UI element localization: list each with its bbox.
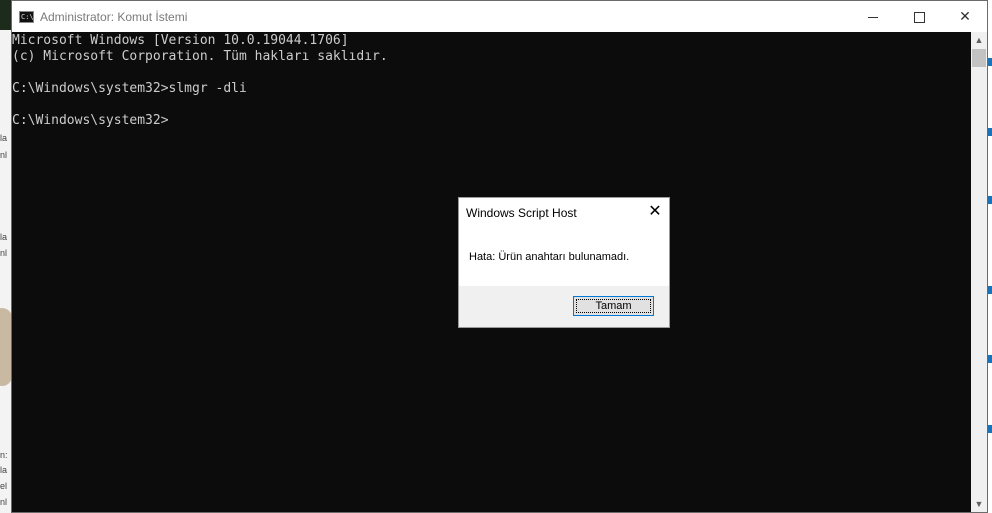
background-text-fragment: la: [0, 465, 8, 475]
scroll-down-icon[interactable]: ▼: [971, 496, 987, 512]
maximize-button[interactable]: [896, 1, 942, 32]
background-text-fragment: n:: [0, 450, 8, 460]
console-line: Microsoft Windows [Version 10.0.19044.17…: [12, 33, 349, 48]
script-host-dialog: Windows Script Host ✕ Hata: Ürün anahtar…: [458, 197, 670, 328]
window-title: Administrator: Komut İstemi: [40, 10, 188, 24]
background-text-fragment: la: [0, 232, 8, 242]
background-link-fragment: [988, 425, 992, 433]
close-button[interactable]: ✕: [942, 1, 988, 32]
cmd-icon: C:\.: [19, 11, 38, 23]
console-line: (c) Microsoft Corporation. Tüm hakları s…: [12, 49, 388, 64]
close-icon: ✕: [959, 8, 971, 24]
close-icon: ✕: [648, 203, 662, 220]
dialog-footer: Tamam: [459, 286, 669, 327]
background-text-fragment: nl: [0, 248, 8, 258]
background-text-fragment: el: [0, 481, 8, 491]
background-link-fragment: [988, 196, 992, 204]
background-page-right: [988, 0, 992, 513]
background-link-fragment: [988, 355, 992, 363]
console-line: C:\Windows\system32>slmgr -dli: [12, 81, 247, 96]
title-bar[interactable]: C:\. Administrator: Komut İstemi ✕: [12, 1, 987, 32]
minimize-icon: [868, 16, 878, 18]
background-link-fragment: [988, 128, 992, 136]
console-prompt[interactable]: C:\Windows\system32>: [12, 113, 169, 129]
scroll-thumb[interactable]: [972, 49, 986, 67]
background-text-fragment: la: [0, 133, 8, 143]
dialog-close-button[interactable]: ✕: [645, 202, 665, 222]
maximize-icon: [913, 11, 925, 23]
minimize-button[interactable]: [850, 1, 896, 32]
background-text-fragment: nl: [0, 150, 8, 160]
ok-button[interactable]: Tamam: [573, 296, 654, 316]
dialog-title: Windows Script Host: [466, 206, 577, 220]
background-link-fragment: [988, 286, 992, 294]
vertical-scrollbar[interactable]: ▲ ▼: [971, 32, 987, 512]
scroll-up-icon[interactable]: ▲: [971, 32, 987, 48]
dialog-message: Hata: Ürün anahtarı bulunamadı.: [469, 251, 630, 263]
background-link-fragment: [988, 58, 992, 66]
background-text-fragment: nl: [0, 497, 8, 507]
